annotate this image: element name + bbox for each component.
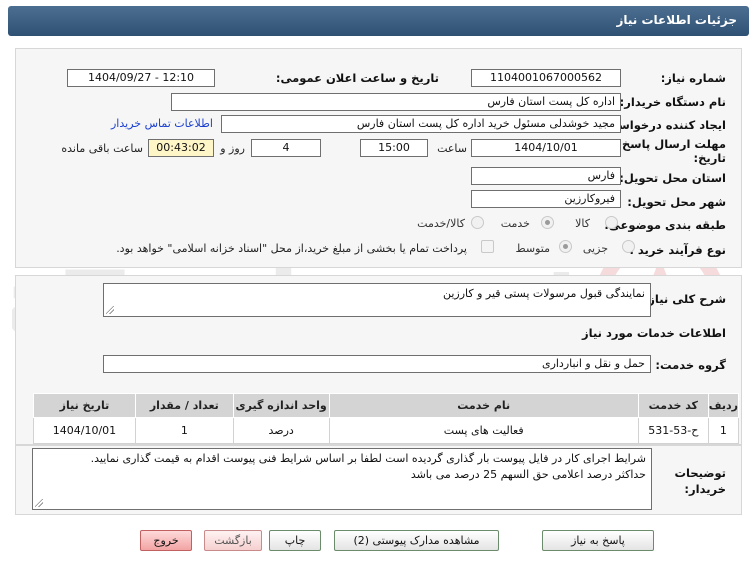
- window-title-bar: جزئیات اطلاعات نیاز: [8, 6, 749, 36]
- summary-field: نمایندگی قبول مرسولات پستی قیر و کارزین: [103, 283, 651, 317]
- days-remaining-field: 4: [251, 139, 321, 157]
- buyer-org-label: نام دستگاه خریدار:: [619, 95, 726, 109]
- table-header-row: ردیف کد خدمت نام خدمت واحد اندازه گیری ت…: [33, 393, 740, 418]
- buyer-notes-label: توضیحات: [674, 466, 727, 480]
- print-button[interactable]: چاپ: [269, 530, 321, 551]
- reply-button[interactable]: پاسخ به نیاز: [542, 530, 654, 551]
- category-service-label: خدمت: [500, 217, 530, 230]
- col-index: ردیف: [707, 393, 740, 418]
- city-label: شهر محل تحویل:: [627, 195, 726, 209]
- city-field: فیروکارزین: [471, 190, 621, 208]
- buyer-notes-field: شرایط اجرای کار در فایل پیوست بار گذاری …: [32, 448, 652, 510]
- treasury-note: پرداخت تمام یا بخشی از مبلغ خرید،از محل …: [116, 242, 467, 255]
- category-goods-radio[interactable]: [605, 216, 618, 229]
- treasury-checkbox[interactable]: [481, 240, 494, 253]
- view-attachments-button[interactable]: مشاهده مدارک پیوستی (2): [334, 530, 499, 551]
- col-unit: واحد اندازه گیری: [232, 393, 330, 418]
- col-code: کد خدمت: [637, 393, 709, 418]
- buyer-notes-line-1: شرایط اجرای کار در فایل پیوست بار گذاری …: [90, 452, 646, 465]
- services-table: ردیف کد خدمت نام خدمت واحد اندازه گیری ت…: [33, 393, 740, 444]
- row-unit: درصد: [232, 417, 330, 444]
- process-minor-radio[interactable]: [622, 240, 635, 253]
- window-title: جزئیات اطلاعات نیاز: [616, 13, 737, 27]
- service-group-field: حمل و نقل و انبارداری: [103, 355, 651, 373]
- process-minor-label: جزیی: [582, 242, 608, 255]
- buyer-notes-label-2: خریدار:: [684, 482, 726, 496]
- col-name: نام خدمت: [328, 393, 639, 418]
- category-goods-label: کالا: [575, 217, 590, 230]
- deadline-label: مهلت ارسال پاسخ: تا: [604, 137, 726, 151]
- announce-date-label: تاریخ و ساعت اعلان عمومی:: [275, 71, 439, 85]
- need-number-label: شماره نیاز:: [660, 71, 726, 85]
- row-date: 1404/10/01: [33, 417, 136, 444]
- summary-label: شرح کلی نیاز:: [643, 292, 726, 306]
- days-label: روز و: [220, 142, 245, 155]
- resize-grip-icon[interactable]: [35, 499, 43, 507]
- deadline-date-field: 1404/10/01: [471, 139, 621, 157]
- category-service-radio[interactable]: [541, 216, 554, 229]
- time-remaining-label: ساعت باقی مانده: [61, 142, 143, 155]
- row-index: 1: [707, 417, 740, 444]
- row-name: فعالیت های پست: [328, 417, 639, 444]
- col-date: تاریخ نیاز: [33, 393, 136, 418]
- buyer-notes-line-2: حداکثر درصد اعلامی حق السهم 25 درصد می ب…: [410, 468, 646, 481]
- deadline-date-label: تاریخ:: [693, 151, 726, 165]
- buyer-org-field: اداره کل پست استان فارس: [171, 93, 621, 111]
- service-group-label: گروه خدمت:: [655, 358, 726, 372]
- table-row: 1 ح-53-531 فعالیت های پست درصد 1 1404/10…: [33, 417, 740, 444]
- row-qty: 1: [134, 417, 234, 444]
- deadline-time-field: 15:00: [360, 139, 428, 157]
- category-goods-service-radio[interactable]: [471, 216, 484, 229]
- deadline-time-label: ساعت: [437, 142, 467, 155]
- creator-field: مجید خوشدلی مسئول خرید اداره کل پست استا…: [221, 115, 621, 133]
- province-label: استان محل تحویل:: [619, 171, 726, 185]
- need-number-field: 1104001067000562: [471, 69, 621, 87]
- process-medium-radio[interactable]: [559, 240, 572, 253]
- announce-date-field: 1404/09/27 - 12:10: [67, 69, 215, 87]
- back-button[interactable]: بازگشت: [204, 530, 262, 551]
- col-qty: تعداد / مقدار: [134, 393, 234, 418]
- province-field: فارس: [471, 167, 621, 185]
- time-remaining-field: 00:43:02: [148, 139, 214, 157]
- buyer-contact-link[interactable]: اطلاعات تماس خریدار: [111, 117, 213, 130]
- category-goods-service-label: کالا/خدمت: [417, 217, 465, 230]
- process-type-label: نوع فرآیند خرید :: [629, 243, 726, 257]
- row-code: ح-53-531: [637, 417, 709, 444]
- exit-button[interactable]: خروج: [140, 530, 192, 551]
- resize-grip-icon[interactable]: [106, 306, 114, 314]
- summary-text: نمایندگی قبول مرسولات پستی قیر و کارزین: [442, 287, 645, 300]
- process-medium-label: متوسط: [515, 242, 550, 255]
- category-label: طبقه بندی موضوعی:: [604, 218, 726, 232]
- services-section-title: اطلاعات خدمات مورد نیاز: [582, 326, 726, 340]
